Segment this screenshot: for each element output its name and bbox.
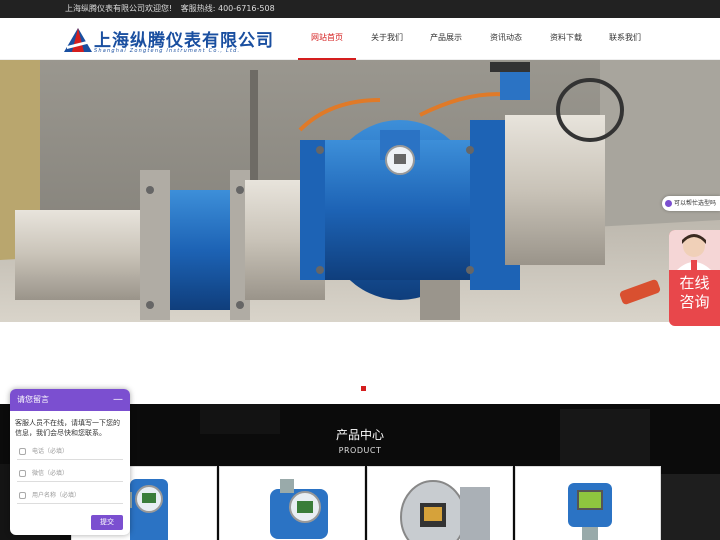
slide-indicator[interactable]: [361, 386, 366, 391]
online-consult-label: 在线咨询: [669, 274, 720, 312]
product-image: [568, 483, 612, 540]
chat-bubble-icon: [665, 200, 672, 207]
hotline-text: 客服热线: 400-6716-508: [180, 4, 275, 13]
welcome-text: 上海纵腾仪表有限公司欢迎您!: [65, 4, 173, 13]
submit-button[interactable]: 提交: [91, 515, 123, 530]
logo-mark-icon: [64, 28, 92, 52]
nav-downloads[interactable]: 资料下载: [537, 18, 595, 60]
leave-message-widget: 请您留言 — 客服人员不在线，请填写一下您的信息，我们会尽快和您联系。 电话（必…: [10, 389, 130, 535]
product-image: [270, 479, 328, 539]
online-consult-text: 在线咨询: [679, 274, 710, 311]
product-card[interactable]: [219, 466, 365, 540]
phone-field[interactable]: 电话（必填）: [17, 443, 123, 460]
nav-contact[interactable]: 联系我们: [596, 18, 654, 60]
wechat-field[interactable]: 微信（必填）: [17, 465, 123, 482]
product-image: [400, 480, 490, 540]
hero-banner[interactable]: [0, 60, 720, 322]
agent-avatar: [669, 230, 720, 270]
top-bar: 上海纵腾仪表有限公司欢迎您! 客服热线: 400-6716-508: [0, 0, 720, 18]
phone-placeholder: 电话（必填）: [32, 448, 69, 455]
nav-products[interactable]: 产品展示: [417, 18, 475, 60]
nav-news[interactable]: 资讯动态: [477, 18, 535, 60]
logo-english: Shanghai Zongteng Instrument Co., Ltd.: [94, 48, 241, 54]
selection-help-text: 可以帮忙选型吗: [674, 200, 717, 207]
username-placeholder: 用户名称（必填）: [32, 492, 81, 499]
username-field[interactable]: 用户名称（必填）: [17, 487, 123, 504]
header: 上海纵腾仪表有限公司 Shanghai Zongteng Instrument …: [0, 18, 720, 60]
nav-about[interactable]: 关于我们: [358, 18, 416, 60]
phone-icon: [19, 448, 26, 455]
selection-help-tip[interactable]: 可以帮忙选型吗: [662, 196, 720, 211]
banner-flowmeter-image: [0, 60, 720, 322]
wechat-icon: [19, 470, 26, 477]
widget-header: 请您留言 —: [10, 389, 130, 411]
product-card[interactable]: [515, 466, 661, 540]
online-consult-button[interactable]: 在线咨询: [669, 230, 720, 326]
nav-home[interactable]: 网站首页: [298, 18, 356, 60]
widget-message: 客服人员不在线，请填写一下您的信息，我们会尽快和您联系。: [15, 419, 120, 437]
widget-title: 请您留言: [17, 395, 49, 404]
company-logo[interactable]: 上海纵腾仪表有限公司 Shanghai Zongteng Instrument …: [64, 24, 273, 56]
product-card[interactable]: [367, 466, 513, 540]
agent-avatar-image: [677, 234, 711, 270]
minimize-button[interactable]: —: [113, 389, 123, 411]
wechat-placeholder: 微信（必填）: [32, 470, 69, 477]
user-icon: [19, 492, 26, 499]
